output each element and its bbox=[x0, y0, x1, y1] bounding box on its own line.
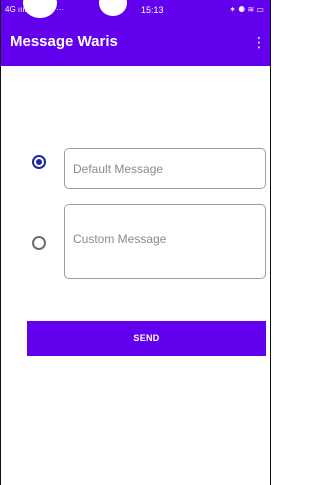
status-time: 15:13 bbox=[141, 5, 164, 15]
send-button[interactable]: SEND bbox=[27, 321, 266, 356]
app-screen: 4G ıııl G ııll ⊠ ··· 15:13 ✶ ⚈ ≋ ▭ Messa… bbox=[0, 0, 271, 485]
custom-message-field[interactable]: Custom Message bbox=[64, 204, 266, 279]
system-icons: ✶ ⚈ ≋ ▭ bbox=[229, 5, 264, 14]
default-message-radio[interactable] bbox=[32, 155, 46, 169]
app-bar: Message Waris ⋮ bbox=[1, 20, 270, 66]
overflow-menu-icon[interactable]: ⋮ bbox=[252, 34, 266, 50]
page-title: Message Waris bbox=[10, 33, 118, 50]
custom-message-label: Custom Message bbox=[73, 232, 167, 246]
default-message-label: Default Message bbox=[73, 162, 164, 176]
default-message-field[interactable]: Default Message bbox=[64, 148, 266, 189]
custom-message-radio[interactable] bbox=[32, 236, 46, 250]
